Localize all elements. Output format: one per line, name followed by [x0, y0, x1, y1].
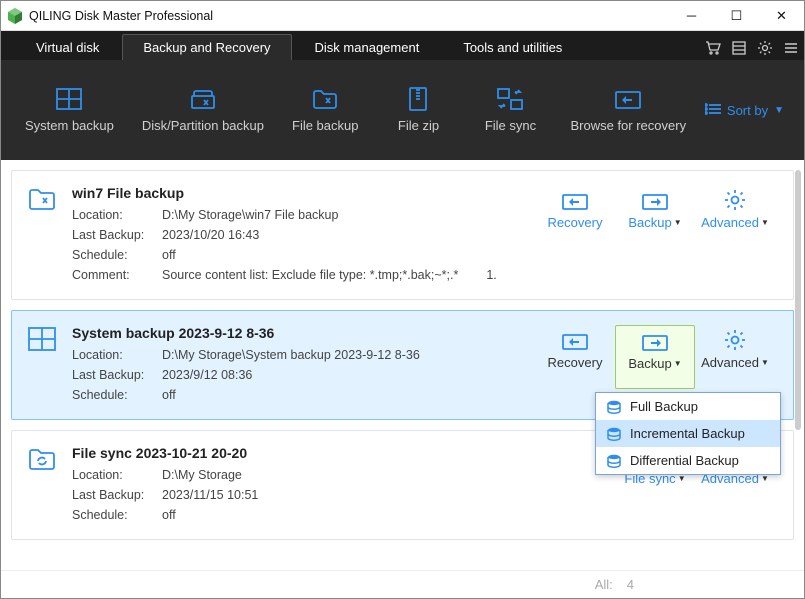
list-icon[interactable] — [727, 36, 751, 60]
location-value: D:\My Storage — [162, 465, 242, 485]
file-sync-icon — [496, 87, 524, 111]
titlebar: QILING Disk Master Professional ─ ☐ ✕ — [1, 1, 804, 31]
gear-icon — [724, 185, 746, 215]
advanced-button[interactable]: Advanced▼ — [695, 325, 775, 389]
chevron-down-icon: ▼ — [674, 359, 682, 368]
app-logo-icon — [7, 8, 23, 24]
recovery-button[interactable]: Recovery — [535, 185, 615, 249]
task-title: win7 File backup — [72, 185, 535, 201]
chevron-down-icon: ▼ — [774, 105, 784, 116]
system-backup-button[interactable]: System backup — [17, 87, 122, 134]
tab-backup-recovery[interactable]: Backup and Recovery — [122, 34, 291, 60]
location-value: D:\My Storage\win7 File backup — [162, 205, 338, 225]
tab-disk-management[interactable]: Disk management — [294, 34, 441, 60]
sort-icon — [705, 102, 721, 119]
status-bar: All: 4 — [1, 570, 804, 598]
database-icon — [606, 426, 622, 442]
toolbar: System backup Disk/Partition backup File… — [1, 60, 804, 160]
browse-recovery-icon — [614, 87, 642, 111]
cart-icon[interactable] — [701, 36, 725, 60]
incremental-backup-item[interactable]: Incremental Backup — [596, 420, 780, 447]
advanced-button[interactable]: Advanced▼ — [695, 185, 775, 249]
recovery-icon — [562, 325, 588, 355]
backup-icon — [642, 185, 668, 215]
tab-virtual-disk[interactable]: Virtual disk — [15, 34, 120, 60]
backup-icon — [642, 326, 668, 356]
location-value: D:\My Storage\System backup 2023-9-12 8-… — [162, 345, 420, 365]
task-title: System backup 2023-9-12 8-36 — [72, 325, 535, 341]
comment-extra: 1. — [486, 265, 496, 285]
last-backup-label: Last Backup: — [72, 225, 162, 245]
task-card[interactable]: win7 File backup Location:D:\My Storage\… — [11, 170, 794, 300]
location-label: Location: — [72, 465, 162, 485]
task-list: win7 File backup Location:D:\My Storage\… — [1, 160, 804, 570]
scrollbar[interactable] — [794, 170, 802, 570]
last-backup-label: Last Backup: — [72, 365, 162, 385]
location-label: Location: — [72, 345, 162, 365]
folder-icon — [28, 187, 56, 211]
system-backup-icon — [55, 87, 83, 111]
sort-by-button[interactable]: Sort by ▼ — [705, 102, 784, 119]
location-label: Location: — [72, 205, 162, 225]
backup-dropdown: Full Backup Incremental Backup Different… — [595, 392, 781, 475]
recovery-button[interactable]: Recovery — [535, 325, 615, 389]
schedule-value: off — [162, 505, 176, 525]
disk-partition-icon — [189, 87, 217, 111]
chevron-down-icon: ▼ — [674, 218, 682, 227]
file-backup-button[interactable]: File backup — [284, 87, 366, 134]
gear-icon[interactable] — [753, 36, 777, 60]
backup-button[interactable]: Backup▼ — [615, 325, 695, 389]
schedule-label: Schedule: — [72, 505, 162, 525]
browse-recovery-button[interactable]: Browse for recovery — [562, 87, 694, 134]
file-zip-button[interactable]: File zip — [378, 87, 458, 134]
chevron-down-icon: ▼ — [761, 218, 769, 227]
comment-value: Source content list: Exclude file type: … — [162, 265, 458, 285]
database-icon — [606, 399, 622, 415]
chevron-down-icon: ▼ — [761, 474, 769, 483]
last-backup-value: 2023/11/15 10:51 — [162, 485, 258, 505]
last-backup-value: 2023/10/20 16:43 — [162, 225, 259, 245]
schedule-value: off — [162, 385, 176, 405]
task-title: File sync 2023-10-21 20-20 — [72, 445, 615, 461]
minimize-button[interactable]: ─ — [669, 1, 714, 30]
recovery-icon — [562, 185, 588, 215]
menubar: Virtual disk Backup and Recovery Disk ma… — [1, 31, 804, 60]
folder-sync-icon — [28, 447, 56, 471]
last-backup-value: 2023/9/12 08:36 — [162, 365, 252, 385]
window-title: QILING Disk Master Professional — [29, 9, 213, 23]
menu-icon[interactable] — [779, 36, 803, 60]
schedule-label: Schedule: — [72, 385, 162, 405]
file-backup-icon — [311, 87, 339, 111]
footer-all-label: All: — [595, 577, 613, 592]
footer-count: 4 — [627, 577, 634, 592]
chevron-down-icon: ▼ — [761, 358, 769, 367]
file-zip-icon — [404, 87, 432, 111]
schedule-value: off — [162, 245, 176, 265]
tab-tools-utilities[interactable]: Tools and utilities — [442, 34, 583, 60]
schedule-label: Schedule: — [72, 245, 162, 265]
differential-backup-item[interactable]: Differential Backup — [596, 447, 780, 474]
last-backup-label: Last Backup: — [72, 485, 162, 505]
chevron-down-icon: ▼ — [678, 474, 686, 483]
system-icon — [28, 327, 56, 351]
backup-button[interactable]: Backup▼ — [615, 185, 695, 249]
database-icon — [606, 453, 622, 469]
disk-partition-backup-button[interactable]: Disk/Partition backup — [134, 87, 272, 134]
gear-icon — [724, 325, 746, 355]
close-button[interactable]: ✕ — [759, 1, 804, 30]
file-sync-button[interactable]: File sync — [470, 87, 550, 134]
comment-label: Comment: — [72, 265, 162, 285]
full-backup-item[interactable]: Full Backup — [596, 393, 780, 420]
maximize-button[interactable]: ☐ — [714, 1, 759, 30]
